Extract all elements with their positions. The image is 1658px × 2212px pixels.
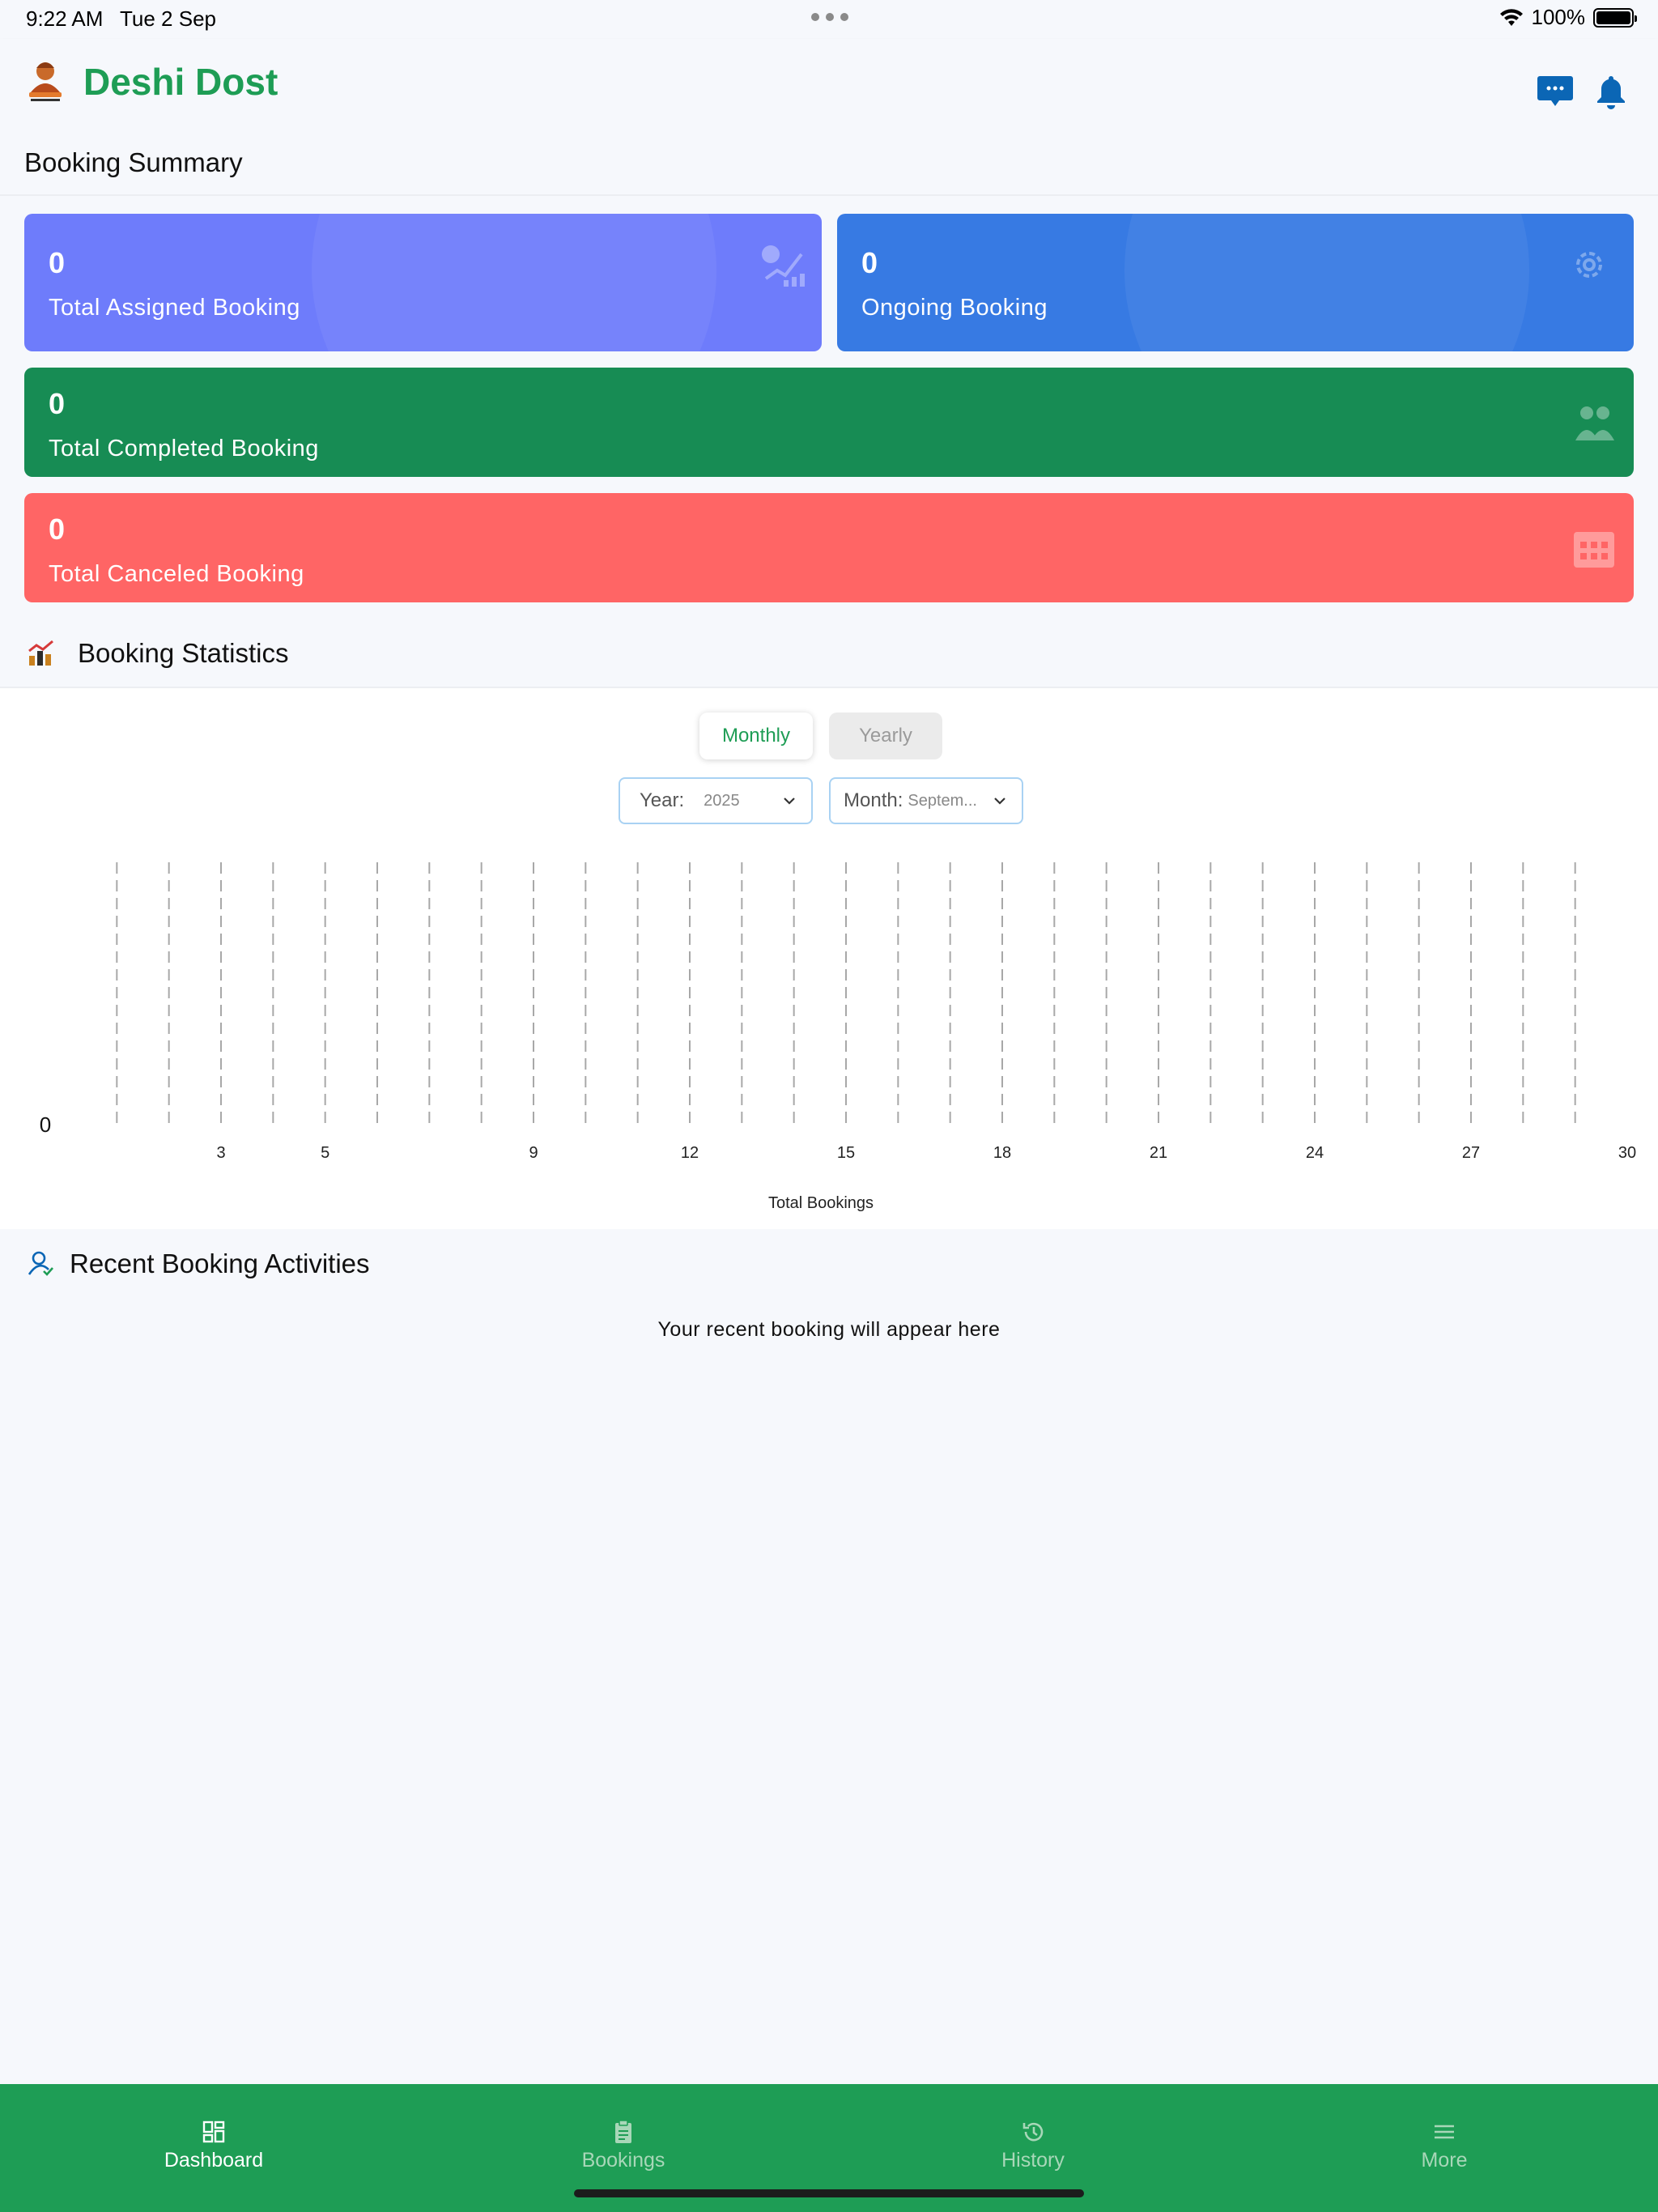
chat-icon[interactable]	[1537, 73, 1574, 110]
battery-icon	[1593, 7, 1637, 28]
data-point	[689, 1123, 691, 1125]
user-activity-icon	[28, 1251, 53, 1276]
booking-summary-header: Booking Summary	[0, 128, 1658, 196]
data-point	[1105, 1123, 1107, 1125]
nav-more-label: More	[1421, 2149, 1468, 2172]
data-point	[1470, 1123, 1473, 1125]
booking-summary-title: Booking Summary	[24, 147, 243, 177]
total-assigned-value: 0	[49, 246, 66, 279]
users-group-icon	[1575, 406, 1614, 440]
data-point	[168, 1123, 170, 1125]
x-tick-label: 15	[837, 1144, 855, 1162]
status-date: Tue 2 Sep	[120, 6, 217, 31]
booking-statistics-title: Booking Statistics	[78, 638, 289, 668]
data-point	[1053, 1123, 1056, 1125]
calendar-icon	[1574, 532, 1614, 568]
data-point	[1261, 1123, 1264, 1125]
x-tick-label: 30	[1618, 1144, 1636, 1162]
menu-icon	[1435, 2125, 1454, 2139]
data-point	[1001, 1123, 1004, 1125]
gear-icon	[1576, 252, 1602, 278]
total-completed-card[interactable]: 0 Total Completed Booking	[24, 368, 1634, 477]
y-tick-label: 0	[40, 1112, 51, 1137]
booking-statistics-header: Booking Statistics	[0, 619, 1658, 688]
app-header: Deshi Dost	[0, 39, 1658, 128]
nav-history-label: History	[1001, 2149, 1065, 2172]
data-point	[480, 1123, 483, 1125]
deshi-dost-logo	[29, 62, 62, 101]
data-point	[220, 1123, 223, 1125]
nav-dashboard-label: Dashboard	[164, 2149, 264, 2172]
data-point	[1626, 1123, 1629, 1125]
status-bar: 9:22 AM Tue 2 Sep 100%	[0, 0, 1658, 39]
bell-icon[interactable]	[1592, 73, 1630, 110]
x-tick-label: 5	[321, 1144, 329, 1162]
ongoing-booking-card[interactable]: 0 Ongoing Booking	[837, 214, 1634, 351]
data-point	[636, 1123, 639, 1125]
x-tick-label: 18	[993, 1144, 1011, 1162]
clipboard-icon	[615, 2120, 631, 2143]
data-point	[1366, 1123, 1368, 1125]
data-point	[741, 1123, 743, 1125]
growth-chart-icon	[762, 245, 805, 287]
multitasking-dots[interactable]	[811, 13, 848, 21]
data-point	[1314, 1123, 1316, 1125]
dashboard-icon	[202, 2121, 225, 2143]
statistics-chart-icon	[28, 640, 53, 666]
recent-activities-title: Recent Booking Activities	[70, 1249, 370, 1278]
data-point	[897, 1123, 899, 1125]
ongoing-booking-label: Ongoing Booking	[861, 295, 1048, 321]
total-completed-value: 0	[49, 387, 66, 420]
statistics-panel: Monthly Yearly Year: 2025 Month: Septem.…	[0, 688, 1658, 1229]
data-point	[1418, 1123, 1420, 1125]
data-point	[1158, 1123, 1160, 1125]
total-canceled-value: 0	[49, 513, 66, 546]
x-axis-label: Total Bookings	[768, 1194, 874, 1212]
data-point	[585, 1123, 587, 1125]
total-completed-label: Total Completed Booking	[49, 436, 319, 462]
data-point	[1574, 1123, 1576, 1125]
data-point	[1209, 1123, 1212, 1125]
data-point	[324, 1123, 326, 1125]
data-point	[949, 1123, 951, 1125]
x-tick-label: 12	[681, 1144, 699, 1162]
data-point	[376, 1123, 379, 1125]
total-canceled-card[interactable]: 0 Total Canceled Booking	[24, 493, 1634, 602]
data-point	[793, 1123, 795, 1125]
data-point	[428, 1123, 431, 1125]
x-tick-label: 9	[529, 1144, 538, 1162]
x-tick-label: 3	[216, 1144, 225, 1162]
data-point	[533, 1123, 535, 1125]
total-assigned-card[interactable]: 0 Total Assigned Booking	[24, 214, 822, 351]
status-time: 9:22 AM	[26, 6, 104, 31]
battery-percent: 100%	[1531, 5, 1586, 29]
history-icon	[1022, 2122, 1044, 2142]
x-tick-label: 27	[1462, 1144, 1480, 1162]
nav-bookings-label: Bookings	[581, 2149, 665, 2172]
status-right: 100%	[1499, 5, 1637, 30]
ongoing-booking-value: 0	[861, 246, 878, 279]
wifi-icon	[1499, 8, 1523, 26]
recent-empty-message: Your recent booking will appear here	[657, 1318, 1001, 1341]
nav-more[interactable]: More	[1237, 2084, 1652, 2212]
nav-dashboard[interactable]: Dashboard	[6, 2084, 421, 2212]
data-point	[272, 1123, 274, 1125]
app-title: Deshi Dost	[83, 61, 278, 103]
total-assigned-label: Total Assigned Booking	[49, 295, 300, 321]
data-point	[845, 1123, 848, 1125]
home-indicator	[574, 2189, 1084, 2197]
booking-statistics-chart: 3 5 9 12 15 18 21 24 27 30 0 Total Bookings	[40, 862, 1636, 1212]
data-point	[1522, 1123, 1524, 1125]
x-tick-label: 21	[1150, 1144, 1167, 1162]
total-canceled-label: Total Canceled Booking	[49, 561, 304, 587]
x-tick-label: 24	[1306, 1144, 1324, 1162]
data-point	[116, 1123, 118, 1125]
